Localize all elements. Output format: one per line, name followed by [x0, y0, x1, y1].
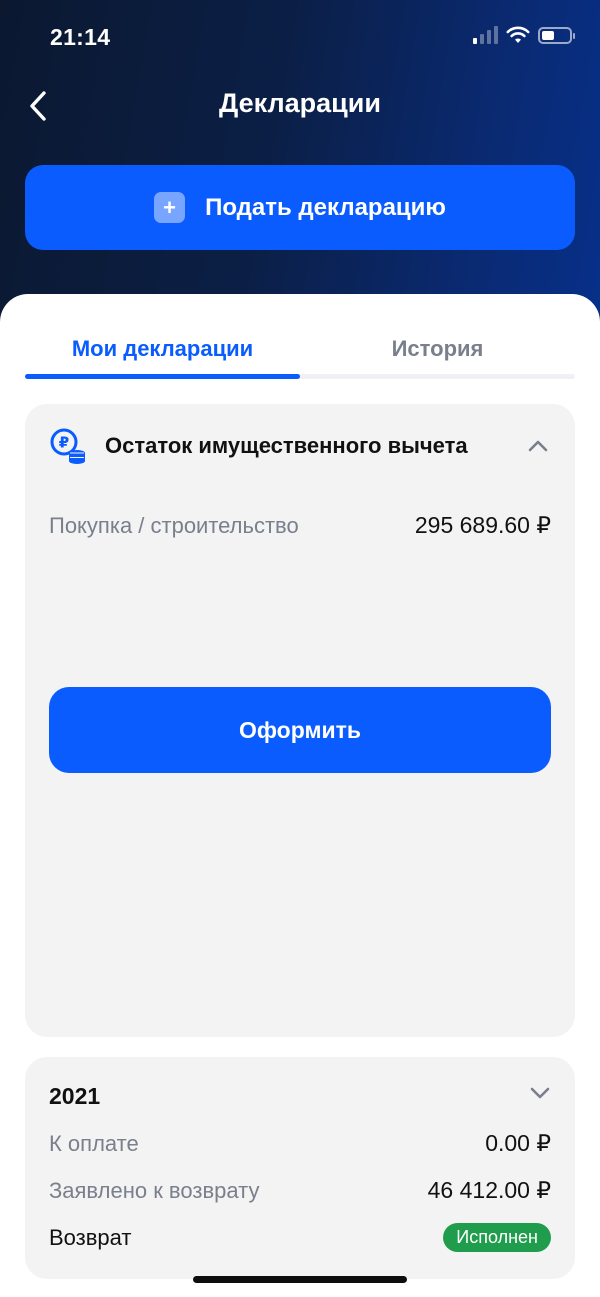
purchase-row: Покупка / строительство 295 689.60 ₽	[49, 512, 551, 539]
wifi-icon	[506, 26, 530, 43]
content-sheet: Мои декларации История ₽ Остаток имущест…	[0, 294, 600, 1297]
to-pay-row: К оплате 0.00 ₽	[49, 1130, 551, 1157]
header-background: 21:14 Декларации + Подать декларацию	[0, 0, 600, 330]
tab-history[interactable]: История	[300, 324, 575, 374]
status-time: 21:14	[50, 24, 111, 50]
purchase-label: Покупка / строительство	[49, 512, 299, 538]
submit-declaration-button[interactable]: + Подать декларацию	[25, 165, 575, 250]
home-indicator	[193, 1276, 407, 1283]
signal-icon	[473, 26, 498, 44]
page-title: Декларации	[219, 88, 381, 118]
status-badge: Исполнен	[443, 1223, 551, 1252]
refund-label: Возврат	[49, 1224, 132, 1250]
to-pay-label: К оплате	[49, 1130, 139, 1156]
status-bar: 21:14	[0, 0, 600, 76]
claimed-refund-amount: 46 412.00 ₽	[427, 1177, 551, 1203]
chevron-up-icon	[528, 440, 548, 452]
collapse-toggle[interactable]	[525, 433, 551, 459]
deduction-card-header[interactable]: ₽ Остаток имущественного вычета	[49, 426, 551, 466]
tab-active-indicator	[25, 374, 300, 379]
ruble-coins-icon: ₽	[50, 428, 85, 464]
property-deduction-card: ₽ Остаток имущественного вычета Покупка …	[25, 404, 575, 1037]
expand-toggle[interactable]	[529, 1086, 551, 1105]
status-icons	[473, 26, 575, 44]
battery-icon	[538, 26, 575, 44]
year-title: 2021	[49, 1083, 101, 1109]
refund-row: Возврат Исполнен	[49, 1223, 551, 1252]
svg-text:₽: ₽	[59, 434, 69, 452]
purchase-amount: 295 689.60 ₽	[414, 512, 551, 538]
apply-button[interactable]: Оформить	[49, 687, 551, 773]
tab-bar: Мои декларации История	[25, 324, 575, 380]
submit-declaration-label: Подать декларацию	[205, 193, 446, 221]
claimed-refund-row: Заявлено к возврату 46 412.00 ₽	[49, 1177, 551, 1204]
to-pay-amount: 0.00 ₽	[485, 1130, 551, 1156]
tab-my-declarations[interactable]: Мои декларации	[25, 324, 300, 374]
plus-icon: +	[154, 192, 186, 223]
deduction-card-title: Остаток имущественного вычета	[105, 433, 468, 458]
chevron-down-icon	[530, 1087, 550, 1099]
nav-bar: Декларации	[0, 76, 600, 136]
year-declaration-card[interactable]: 2021 К оплате 0.00 ₽ Заявлено к возврату…	[25, 1057, 575, 1279]
claimed-refund-label: Заявлено к возврату	[49, 1177, 260, 1203]
